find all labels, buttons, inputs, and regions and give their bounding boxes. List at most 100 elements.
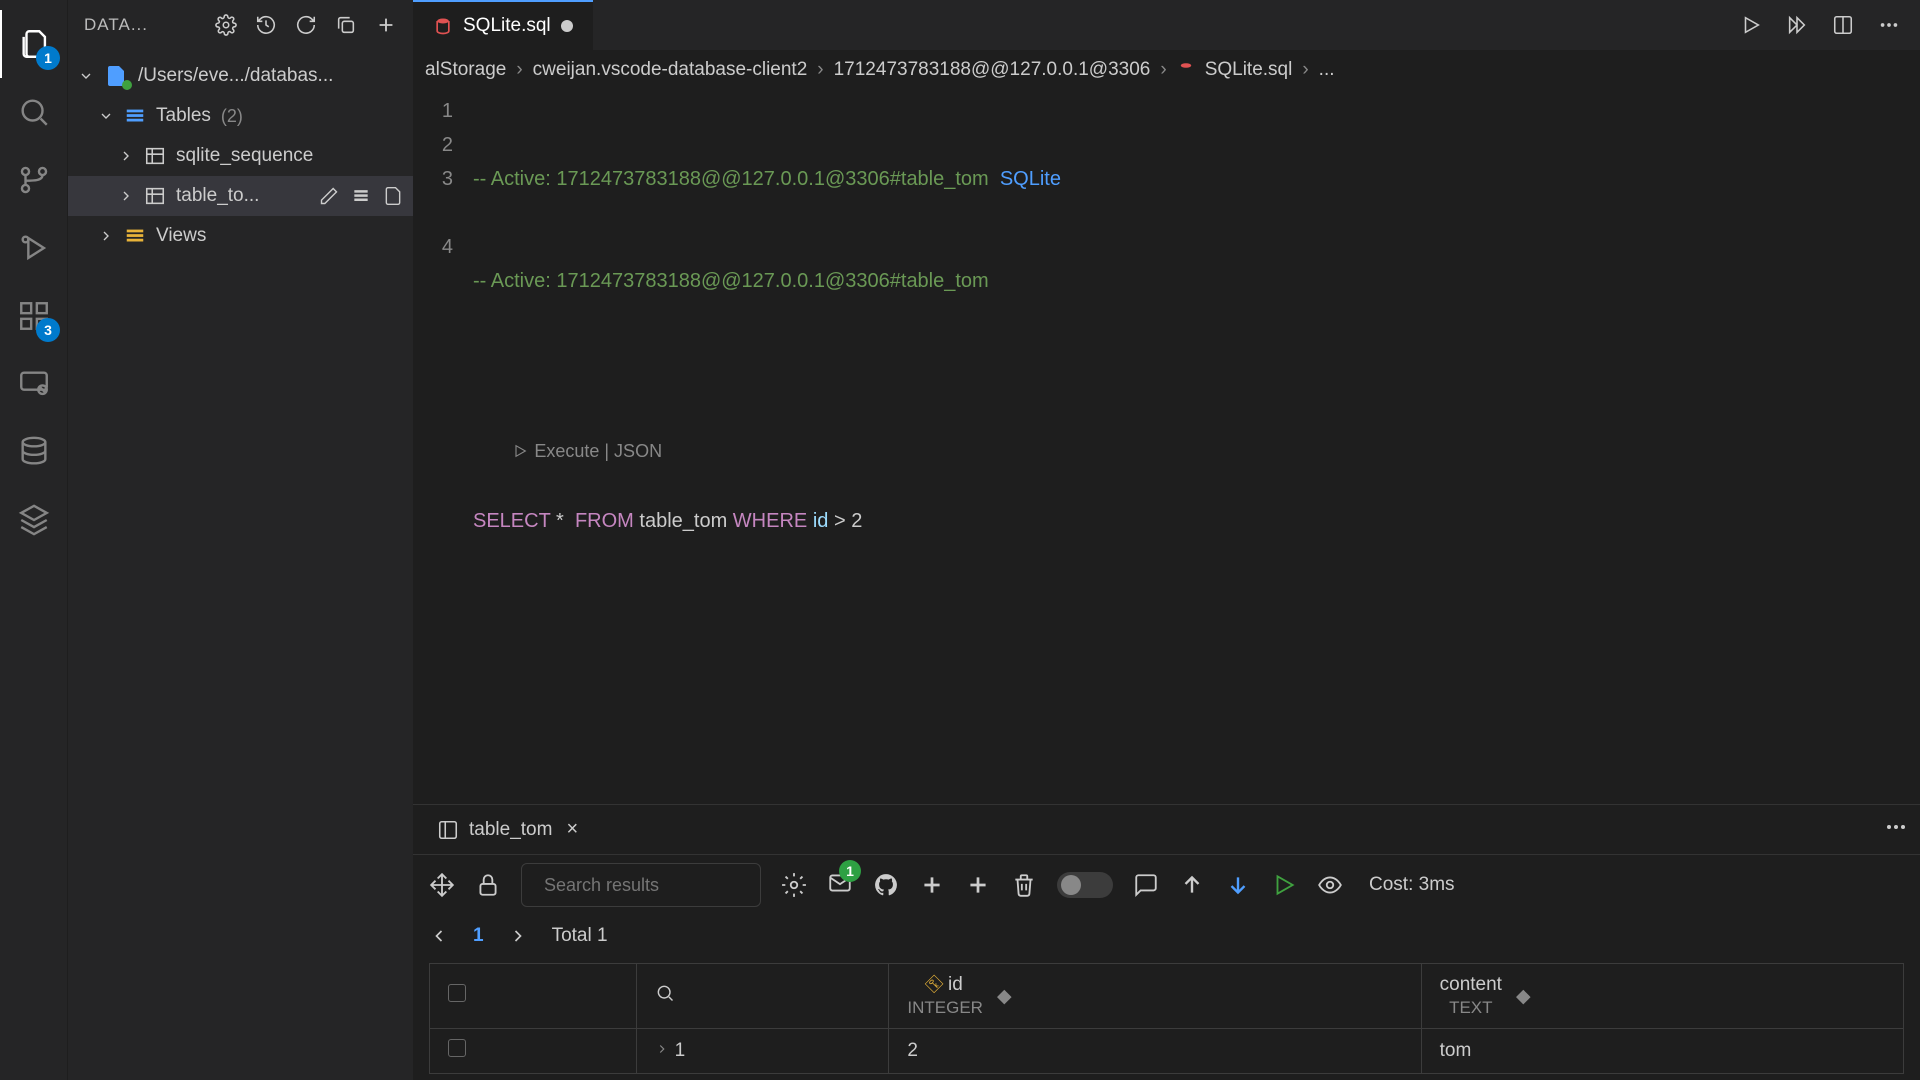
file-icon[interactable] xyxy=(383,186,403,206)
activity-explorer[interactable]: 1 xyxy=(0,10,68,78)
arrow-down-icon[interactable] xyxy=(1225,872,1251,898)
breadcrumb: alStorage › cweijan.vscode-database-clie… xyxy=(413,50,1920,90)
extensions-badge: 3 xyxy=(36,318,60,342)
chevron-right-icon: › xyxy=(817,59,823,81)
views-node[interactable]: Views xyxy=(68,216,413,256)
column-header-id[interactable]: ⚿id INTEGER ◆ xyxy=(889,964,1421,1029)
chevron-right-icon xyxy=(98,228,114,244)
copy-icon[interactable] xyxy=(335,14,357,36)
search-icon xyxy=(655,983,675,1003)
crumb[interactable]: ... xyxy=(1319,59,1335,81)
table-item-table-tom[interactable]: table_to... xyxy=(68,176,413,216)
remote-icon xyxy=(17,367,51,401)
search-input[interactable] xyxy=(544,875,776,896)
eye-icon[interactable] xyxy=(1317,872,1343,898)
cell-content[interactable]: tom xyxy=(1421,1029,1903,1074)
prev-page-icon[interactable] xyxy=(429,926,449,946)
code-editor[interactable]: 1234 -- Active: 1712473783188@@127.0.0.1… xyxy=(413,90,1920,804)
database-file-icon xyxy=(104,64,128,88)
database-icon xyxy=(17,435,51,469)
gear-icon[interactable] xyxy=(781,872,807,898)
plus-icon[interactable] xyxy=(375,14,397,36)
add-column-icon[interactable] xyxy=(965,872,991,898)
column-name: id xyxy=(948,974,963,996)
github-icon[interactable] xyxy=(873,872,899,898)
lock-icon[interactable] xyxy=(475,872,501,898)
row-expand[interactable]: 1 xyxy=(637,1029,889,1074)
code-star: * xyxy=(556,510,564,532)
column-header-content[interactable]: content TEXT ◆ xyxy=(1421,964,1903,1029)
activity-search[interactable] xyxy=(0,78,68,146)
split-editor-icon[interactable] xyxy=(1832,14,1854,36)
close-icon[interactable]: × xyxy=(566,818,578,841)
activity-database[interactable] xyxy=(0,418,68,486)
sort-icon[interactable]: ◆ xyxy=(1516,985,1531,1008)
arrow-up-icon[interactable] xyxy=(1179,872,1205,898)
views-label: Views xyxy=(156,225,206,247)
comment-icon[interactable] xyxy=(1133,872,1159,898)
search-results-box[interactable] xyxy=(521,863,761,907)
activity-extensions[interactable]: 3 xyxy=(0,282,68,350)
connection-node[interactable]: /Users/eve.../databas... xyxy=(68,56,413,96)
pagination: 1 Total 1 xyxy=(413,915,1920,957)
connection-path: /Users/eve.../databas... xyxy=(138,65,333,87)
table-row[interactable]: 1 2 tom xyxy=(430,1029,1904,1074)
table-name: table_to... xyxy=(176,185,259,207)
add-row-icon[interactable] xyxy=(919,872,945,898)
refresh-icon[interactable] xyxy=(295,14,317,36)
editor-tab-sqlite[interactable]: SQLite.sql xyxy=(413,0,593,50)
activity-layers[interactable] xyxy=(0,486,68,554)
move-icon[interactable] xyxy=(429,872,455,898)
tables-count: (2) xyxy=(221,106,243,127)
sort-icon[interactable]: ◆ xyxy=(997,985,1012,1008)
activity-bar: 1 3 xyxy=(0,0,68,1080)
files-badge: 1 xyxy=(36,46,60,70)
activity-remote[interactable] xyxy=(0,350,68,418)
crumb[interactable]: 1712473783188@@127.0.0.1@3306 xyxy=(834,59,1151,81)
cell-id[interactable]: 2 xyxy=(889,1029,1421,1074)
chevron-down-icon xyxy=(98,108,114,124)
editor-tabs: SQLite.sql xyxy=(413,0,1920,50)
connection-tree: /Users/eve.../databas... Tables (2) sqli… xyxy=(68,50,413,256)
edit-icon[interactable] xyxy=(319,186,339,206)
sqlite-link[interactable]: SQLite xyxy=(1000,168,1061,190)
run-icon[interactable] xyxy=(1740,14,1762,36)
codelens-execute[interactable]: Execute | JSON xyxy=(512,434,662,468)
chevron-down-icon xyxy=(78,68,94,84)
row-checkbox[interactable] xyxy=(430,1029,637,1074)
sql-file-icon xyxy=(1177,61,1195,79)
activity-source-control[interactable] xyxy=(0,146,68,214)
chevron-right-icon xyxy=(655,1042,669,1056)
sidebar: DATA... /Users/eve.../databas... Tables … xyxy=(68,0,413,1080)
table-icon xyxy=(144,145,166,167)
search-header[interactable] xyxy=(637,964,889,1029)
columns-icon[interactable] xyxy=(351,186,371,206)
crumb[interactable]: alStorage xyxy=(425,59,506,81)
key-icon: ⚿ xyxy=(922,972,948,998)
column-name: content xyxy=(1440,974,1502,996)
results-panel: table_tom × 1 xyxy=(413,804,1920,1080)
current-page: 1 xyxy=(473,925,484,947)
gear-icon[interactable] xyxy=(215,14,237,36)
results-tab-label: table_tom xyxy=(469,819,552,841)
checkbox-header[interactable] xyxy=(430,964,637,1029)
history-icon[interactable] xyxy=(255,14,277,36)
activity-debug[interactable] xyxy=(0,214,68,282)
run-query-icon[interactable] xyxy=(1271,872,1297,898)
more-icon[interactable] xyxy=(1884,815,1908,839)
mail-button[interactable]: 1 xyxy=(827,870,853,901)
keyword-select: SELECT xyxy=(473,510,550,532)
sidebar-title: DATA... xyxy=(84,15,203,35)
more-icon[interactable] xyxy=(1878,14,1900,36)
crumb[interactable]: cweijan.vscode-database-client2 xyxy=(533,59,808,81)
tables-node[interactable]: Tables (2) xyxy=(68,96,413,136)
next-page-icon[interactable] xyxy=(508,926,528,946)
run-all-icon[interactable] xyxy=(1786,14,1808,36)
results-tab-table-tom[interactable]: table_tom × xyxy=(425,805,590,854)
tables-icon xyxy=(124,105,146,127)
table-item-sqlite-sequence[interactable]: sqlite_sequence xyxy=(68,136,413,176)
crumb[interactable]: SQLite.sql xyxy=(1205,59,1293,81)
toggle-switch[interactable] xyxy=(1057,872,1113,898)
debug-icon xyxy=(17,231,51,265)
trash-icon[interactable] xyxy=(1011,872,1037,898)
